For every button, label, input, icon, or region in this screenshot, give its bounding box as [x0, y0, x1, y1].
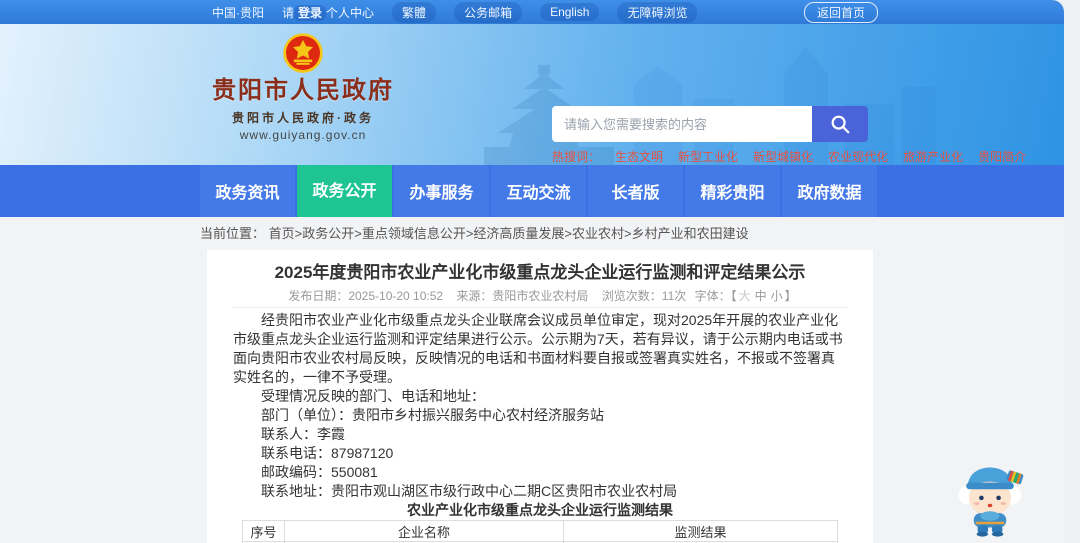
breadcrumb-label: 当前位置：: [200, 226, 266, 241]
nav-item-zhangzheban[interactable]: 长者版: [588, 165, 683, 217]
font-size-small-button[interactable]: 小: [771, 289, 783, 303]
hot-search-label: 热搜词：: [552, 150, 601, 164]
search-bar: [552, 106, 868, 142]
font-size-medium-button[interactable]: 中: [755, 289, 767, 303]
login-prefix: 请: [282, 5, 295, 20]
back-home-button[interactable]: 返回首页: [803, 1, 878, 23]
article-card: 2025年度贵阳市农业产业化市级重点龙头企业运行监测和评定结果公示 发布日期：2…: [207, 250, 873, 543]
breadcrumb: 当前位置： 首页>政务公开>重点领域信息公开>经济高质量发展>农业农村>乡村产业…: [0, 217, 1064, 250]
nav-item-hudong-jiaoliu[interactable]: 互动交流: [491, 165, 586, 217]
personal-center-link[interactable]: 个人中心: [326, 6, 374, 20]
city-skyline-graphic: [484, 47, 936, 165]
topbar-site-link[interactable]: 中国·贵阳: [212, 4, 264, 21]
site-header: 贵阳市人民政府 贵阳市人民政府·政务 www.guiyang.gov.cn 热搜…: [0, 24, 1064, 165]
browser-page: 中国·贵阳 请登录 个人中心 繁體 公务邮箱 English 无障碍浏览 返回首页: [0, 0, 1064, 543]
hot-word[interactable]: 旅游产业化: [903, 148, 963, 165]
hot-word[interactable]: 生态文明: [615, 148, 663, 165]
mascot-graphic[interactable]: [950, 453, 1030, 537]
search-button[interactable]: [812, 106, 868, 142]
topbar-official-mail[interactable]: 公务邮箱: [454, 1, 523, 23]
nav-item-banshi-fuwu[interactable]: 办事服务: [394, 165, 489, 217]
breadcrumb-path[interactable]: 首页>政务公开>重点领域信息公开>经济高质量发展>农业农村>乡村产业和农田建设: [269, 226, 749, 241]
search-input[interactable]: [552, 106, 812, 142]
contact-address: 联系地址：贵阳市观山湖区市级行政中心二期C区贵阳市农业农村局: [261, 483, 678, 499]
col-header-company: 企业名称: [283, 520, 565, 542]
hot-word[interactable]: 新型城镇化: [753, 148, 813, 165]
hot-word[interactable]: 新型工业化: [678, 148, 738, 165]
contact-department: 部门（单位）：贵阳市乡村振兴服务中心农村经济服务站: [261, 407, 604, 423]
nav-item-zhengwu-zixun[interactable]: 政务资讯: [200, 165, 295, 217]
site-logo[interactable]: 贵阳市人民政府 贵阳市人民政府·政务 www.guiyang.gov.cn: [212, 30, 394, 142]
article-title: 2025年度贵阳市农业产业化市级重点龙头企业运行监测和评定结果公示: [274, 263, 806, 282]
login-link[interactable]: 登录: [294, 4, 327, 21]
site-name: 贵阳市人民政府: [212, 77, 394, 104]
article-paragraph: 受理情况反映的部门、电话和地址：: [261, 388, 485, 404]
font-size-label: 字体：【: [694, 289, 737, 303]
nav-item-zhengfu-shuju[interactable]: 政府数据: [782, 165, 877, 217]
table-header-row: 序号 企业名称 监测结果: [242, 520, 838, 542]
monitoring-result-table: 序号 企业名称 监测结果 1 贵州合力超市采购有限公司 合格 2 贵州友禾种业有…: [242, 520, 838, 543]
site-url: www.guiyang.gov.cn: [239, 128, 367, 142]
article-meta: 发布日期：2025-10-20 10:52 来源：贵阳市农业农村局 浏览次数：1…: [233, 289, 847, 308]
col-header-result: 监测结果: [563, 520, 838, 542]
view-count: 浏览次数：11次: [601, 289, 687, 303]
main-nav: 政务资讯 政务公开 办事服务 互动交流 长者版 精彩贵阳 政府数据: [0, 160, 1064, 217]
result-table-title: 农业产业化市级重点龙头企业运行监测结果: [407, 502, 673, 518]
topbar-english[interactable]: English: [540, 3, 600, 21]
contact-phone: 联系电话：87987120: [261, 445, 394, 461]
site-subtitle: 贵阳市人民政府·政务: [232, 111, 374, 125]
top-utility-bar: 中国·贵阳 请登录 个人中心 繁體 公务邮箱 English 无障碍浏览 返回首页: [0, 0, 1064, 24]
hot-word[interactable]: 贵阳简介: [978, 148, 1026, 165]
nav-item-jingcai-guiyang[interactable]: 精彩贵阳: [685, 165, 780, 217]
font-size-bracket: 】: [784, 289, 797, 303]
publish-date: 发布日期：2025-10-20 10:52: [288, 289, 444, 303]
search-icon: [831, 115, 850, 134]
article-source: 来源：贵阳市农业农村局: [456, 289, 589, 303]
topbar-accessibility[interactable]: 无障碍浏览: [617, 1, 698, 23]
hot-search-row: 热搜词： 生态文明 新型工业化 新型城镇化 农业现代化 旅游产业化 贵阳简介: [552, 148, 1026, 165]
article-paragraph: 经贵阳市农业产业化市级重点龙头企业联席会议成员单位审定，现对2025年开展的农业…: [233, 312, 843, 385]
contact-postcode: 邮政编码：550081: [261, 464, 378, 480]
font-size-large-button[interactable]: 大: [739, 289, 751, 303]
topbar-traditional-chinese[interactable]: 繁體: [392, 1, 437, 23]
hot-word[interactable]: 农业现代化: [828, 148, 888, 165]
contact-person: 联系人：李霞: [261, 426, 345, 442]
nav-item-zhengwu-gongkai[interactable]: 政务公开: [297, 160, 392, 217]
national-emblem-icon: [283, 33, 323, 73]
topbar-login-center[interactable]: 请登录 个人中心: [282, 4, 374, 21]
col-header-index: 序号: [242, 520, 285, 542]
